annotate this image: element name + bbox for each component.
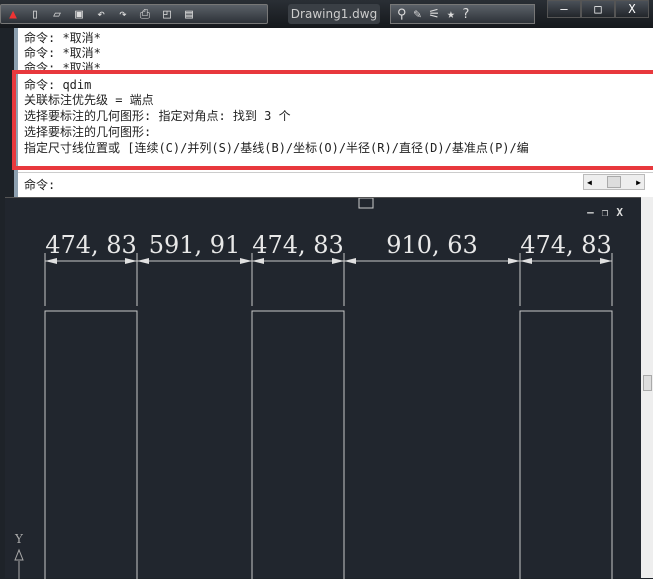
close-button[interactable]: X [615,0,649,18]
arrowhead [508,258,520,264]
command-input[interactable]: 命令: [18,172,653,192]
rectangle [44,310,138,579]
dimension-text: 591, 91 [149,231,241,259]
open-icon[interactable]: ▱ [49,7,65,22]
publish-icon[interactable]: ▤ [181,7,197,22]
rectangle [519,310,613,579]
grip-marker [358,198,374,209]
plot-icon[interactable]: ⎙ [137,7,153,22]
quick-access-toolbar: ▲ ▯ ▱ ▣ ↶ ↷ ⎙ ◰ ▤ [0,4,268,24]
star-icon[interactable]: ★ [447,7,455,22]
command-line: 关联标注优先级 = 端点 [24,93,154,107]
redo-icon[interactable]: ↷ [115,7,131,22]
horizontal-scrollbar[interactable]: ◀ ▶ [583,174,645,190]
dimension-text: 910, 63 [386,231,478,259]
command-line: 指定尺寸线位置或 [连续(C)/并列(S)/基线(B)/坐标(O)/半径(R)/… [24,141,529,155]
arrowhead [137,258,149,264]
minimize-button[interactable]: – [547,0,581,18]
app-menu-icon[interactable]: ▲ [5,7,21,22]
wrench-icon[interactable]: ✎ [414,7,422,22]
dimension-text: 474, 83 [252,231,344,259]
satellite-icon[interactable]: ⚟ [428,7,440,22]
rectangle [251,310,345,579]
info-toolbar: ⚲ ✎ ⚟ ★ ? [390,4,535,24]
ucs-y-label: Y [14,532,24,546]
dimension-text: 474, 83 [520,231,612,259]
title-bar: ▲ ▯ ▱ ▣ ↶ ↷ ⎙ ◰ ▤ Drawing1.dwg ⚲ ✎ ⚟ ★ ?… [0,0,653,28]
history-line: 命令: *取消* [24,61,101,70]
command-prompt: 命令: [24,178,56,192]
arrowhead [240,258,252,264]
drawing-viewport[interactable]: – ❐ X 474, 83 591, 91 474, 83 910, 63 474, 8… [5,197,641,579]
command-window: 命令: *取消* 命令: *取消* 命令: *取消* 命令: qdim 关联标注… [12,28,653,197]
document-title: Drawing1.dwg [288,4,380,24]
command-line: 选择要标注的几何图形: 指定对角点: 找到 3 个 [24,109,291,123]
maximize-button[interactable]: □ [581,0,615,18]
binoculars-icon[interactable]: ⚲ [397,7,407,22]
command-line: 选择要标注的几何图形: [24,125,152,139]
dimension-text: 474, 83 [45,231,137,259]
drawing-canvas: 474, 83 591, 91 474, 83 910, 63 474, 83 Y [14,198,613,579]
arrowhead [344,258,356,264]
ucs-icon [14,548,24,579]
preview-icon[interactable]: ◰ [159,7,175,22]
new-icon[interactable]: ▯ [27,7,43,22]
save-icon[interactable]: ▣ [71,7,87,22]
undo-icon[interactable]: ↶ [93,7,109,22]
vertical-scrollbar[interactable] [641,197,653,578]
help-icon[interactable]: ? [462,7,470,22]
